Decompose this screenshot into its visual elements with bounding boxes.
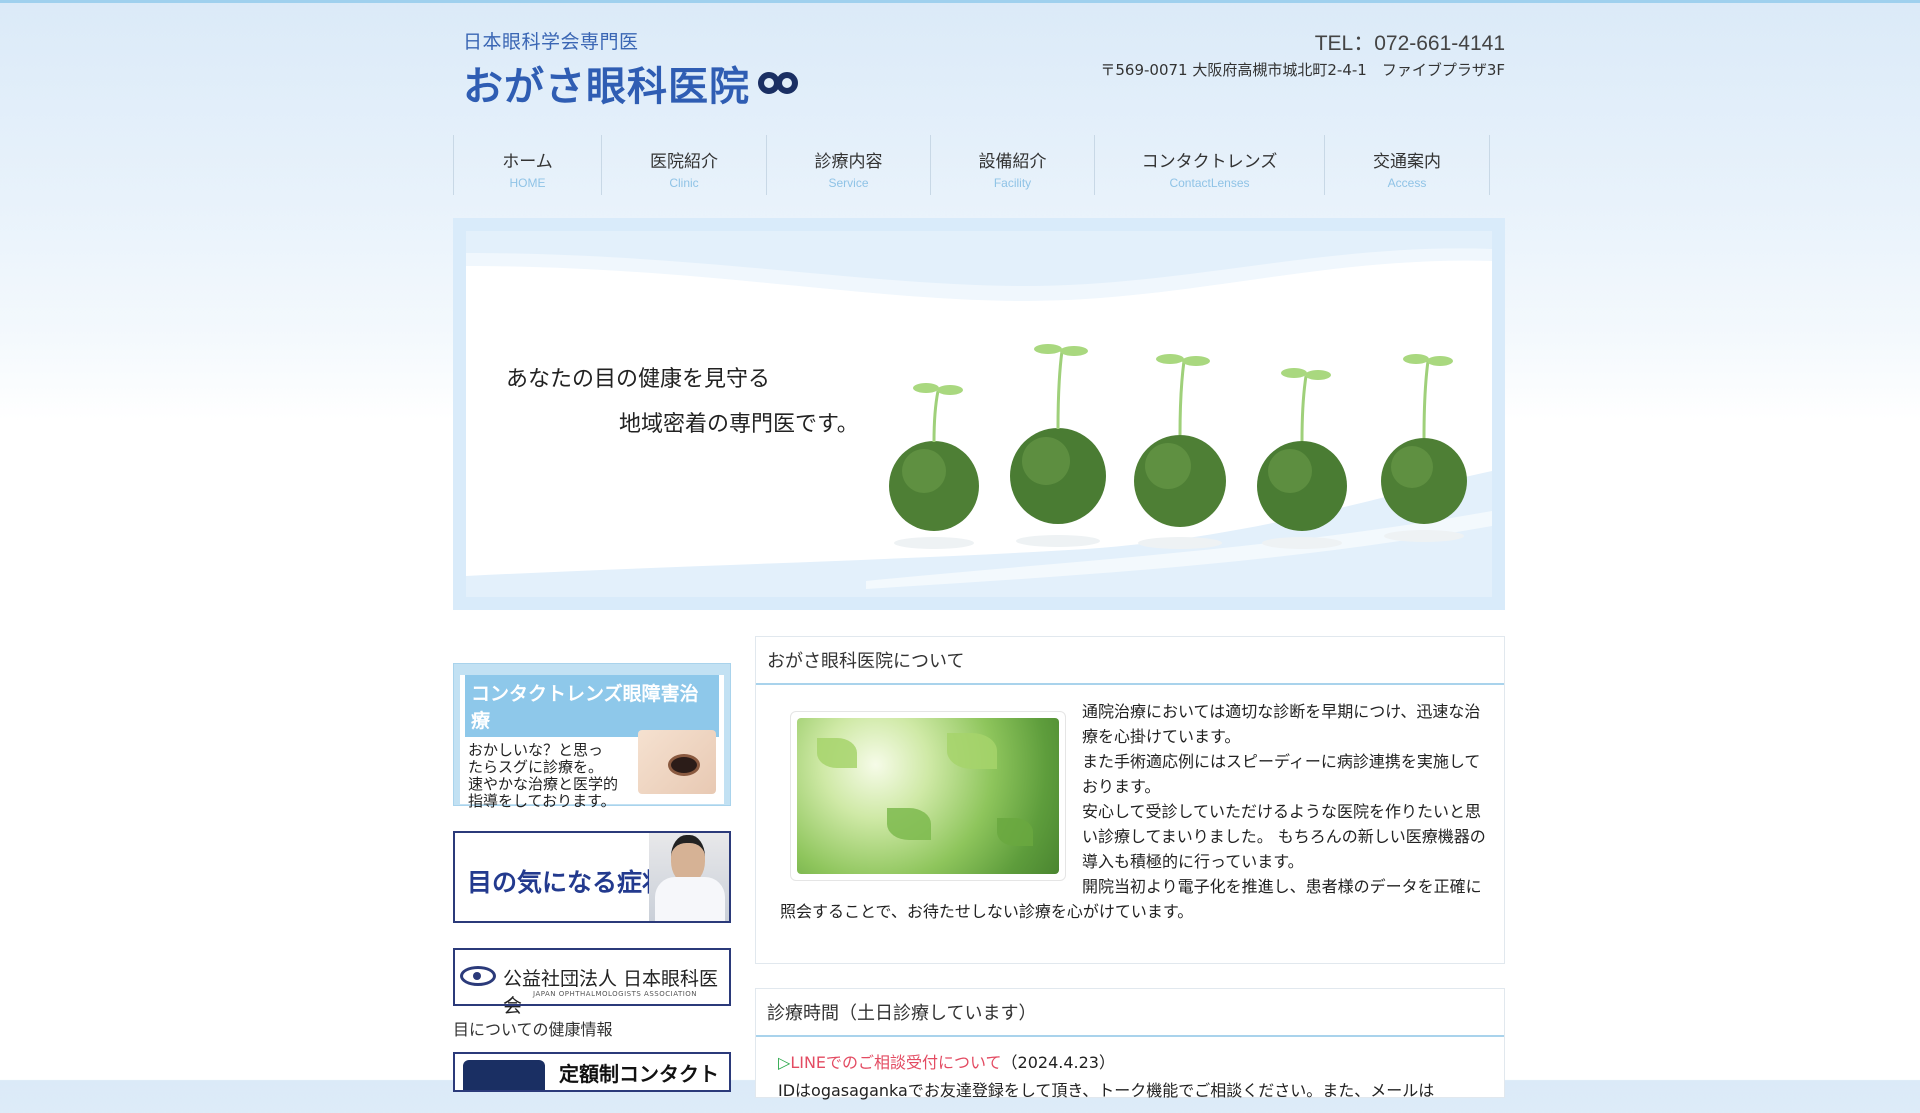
nav-sublabel: Service bbox=[828, 176, 869, 190]
nav-home[interactable]: ホーム HOME bbox=[454, 135, 602, 195]
nav-label: 交通案内 bbox=[1373, 152, 1441, 172]
nav-label: 設備紹介 bbox=[978, 152, 1047, 172]
line-consultation-link[interactable]: LINEでのご相談受付について bbox=[790, 1053, 1001, 1072]
banner-text: 定額制コンタクト bbox=[559, 1062, 719, 1086]
section-title: おがさ眼科医院について bbox=[756, 637, 1504, 685]
flat-rate-contact-banner[interactable]: 定額制コンタクト bbox=[453, 1052, 731, 1092]
contact-lens-treatment-banner[interactable]: コンタクトレンズ眼障害治療 おかしいな？と思っ たらスグに診療を。 速やかな治療… bbox=[453, 663, 731, 810]
eye-photo bbox=[638, 730, 716, 794]
main-nav: ホーム HOME 医院紹介 Clinic 診療内容 Service 設備紹介 F… bbox=[453, 135, 1490, 195]
hero-banner: あなたの目の健康を見守る 地域密着の専門医です。 bbox=[453, 218, 1505, 610]
sidebar: コンタクトレンズ眼障害治療 おかしいな？と思っ たらスグに診療を。 速やかな治療… bbox=[453, 663, 731, 1092]
jo-eye-icon bbox=[460, 966, 496, 986]
nav-clinic[interactable]: 医院紹介 Clinic bbox=[602, 135, 767, 195]
news-date: （2024.4.23） bbox=[1001, 1053, 1115, 1072]
health-info-caption: 目についての健康情報 bbox=[453, 1020, 613, 1039]
arrow-icon: ▷ bbox=[778, 1053, 791, 1072]
banner-text: 目の気になる症状 bbox=[467, 868, 668, 897]
banner-text-line: 指導をしております。 bbox=[468, 792, 616, 810]
nav-sublabel: ContactLenses bbox=[1169, 176, 1250, 190]
nav-label: コンタクトレンズ bbox=[1141, 152, 1278, 172]
page: 日本眼科学会専門医 おがさ眼科医院 TEL：072-661-4141 〒569-… bbox=[453, 3, 1505, 1100]
news-item: ▷LINEでのご相談受付について（2024.4.23） IDはogasagank… bbox=[756, 1037, 1504, 1113]
nav-access[interactable]: 交通案内 Access bbox=[1325, 135, 1490, 195]
banner-title: コンタクトレンズ眼障害治療 bbox=[465, 675, 719, 737]
logo-title-text: おがさ眼科医院 bbox=[463, 64, 750, 110]
nav-label: ホーム bbox=[502, 152, 553, 172]
header-contact: TEL：072-661-4141 〒569-0071 大阪府高槻市城北町2-4-… bbox=[1100, 27, 1505, 80]
nav-sublabel: Access bbox=[1387, 176, 1427, 190]
doctor-photo bbox=[649, 833, 729, 921]
site-logo[interactable]: 日本眼科学会専門医 おがさ眼科医院 bbox=[463, 27, 798, 112]
section-title: 診療時間（土日診療しています） bbox=[756, 989, 1504, 1037]
nav-sublabel: Clinic bbox=[669, 176, 699, 190]
japan-ophthalmologists-banner[interactable]: 公益社団法人 日本眼科医会 JAPAN OPHTHALMOLOGISTS ASS… bbox=[453, 948, 731, 1017]
logo-mark-icon bbox=[758, 72, 798, 94]
nav-label: 診療内容 bbox=[814, 152, 883, 172]
nav-sublabel: HOME bbox=[509, 176, 546, 190]
nav-facility[interactable]: 設備紹介 Facility bbox=[931, 135, 1095, 195]
nav-contact-lenses[interactable]: コンタクトレンズ ContactLenses bbox=[1095, 135, 1325, 195]
lens-icon bbox=[463, 1060, 545, 1090]
news-text: IDはogasagankaでお友達登録をして頂き、トーク機能でご相談ください。ま… bbox=[778, 1081, 1435, 1100]
nav-sublabel: Facility bbox=[993, 176, 1032, 190]
jo-english: JAPAN OPHTHALMOLOGISTS ASSOCIATION bbox=[533, 990, 698, 998]
hero-tagline-1: あなたの目の健康を見守る bbox=[506, 367, 771, 392]
nav-label: 医院紹介 bbox=[650, 152, 718, 172]
about-body: 通院治療においては適切な診断を早期につけ、迅速な治療を心掛けています。 また手術… bbox=[756, 685, 1504, 924]
eye-symptoms-banner[interactable]: 目の気になる症状 bbox=[453, 831, 731, 923]
about-section: おがさ眼科医院について 通院治療においては適切な診断を早期につけ、迅速な治療を心… bbox=[755, 636, 1505, 964]
logo-subtitle: 日本眼科学会専門医 bbox=[463, 31, 639, 53]
hours-section: 診療時間（土日診療しています） ▷LINEでのご相談受付について（2024.4.… bbox=[755, 988, 1505, 1100]
hero-inner: あなたの目の健康を見守る 地域密着の専門医です。 bbox=[466, 231, 1492, 597]
banner-inner: コンタクトレンズ眼障害治療 おかしいな？と思っ たらスグに診療を。 速やかな治療… bbox=[460, 675, 724, 810]
nav-service[interactable]: 診療内容 Service bbox=[767, 135, 931, 195]
logo-title: おがさ眼科医院 bbox=[463, 54, 798, 112]
telephone: TEL：072-661-4141 bbox=[1314, 32, 1505, 55]
about-paragraph: 開院当初より電子化を推進し、患者様のデータを正確に照会することで、お待たせしない… bbox=[780, 877, 1482, 921]
green-leaves-photo bbox=[790, 711, 1066, 881]
hero-tagline-2: 地域密着の専門医です。 bbox=[619, 412, 859, 437]
address: 〒569-0071 大阪府高槻市城北町2-4-1 ファイブプラザ3F bbox=[1100, 61, 1505, 79]
